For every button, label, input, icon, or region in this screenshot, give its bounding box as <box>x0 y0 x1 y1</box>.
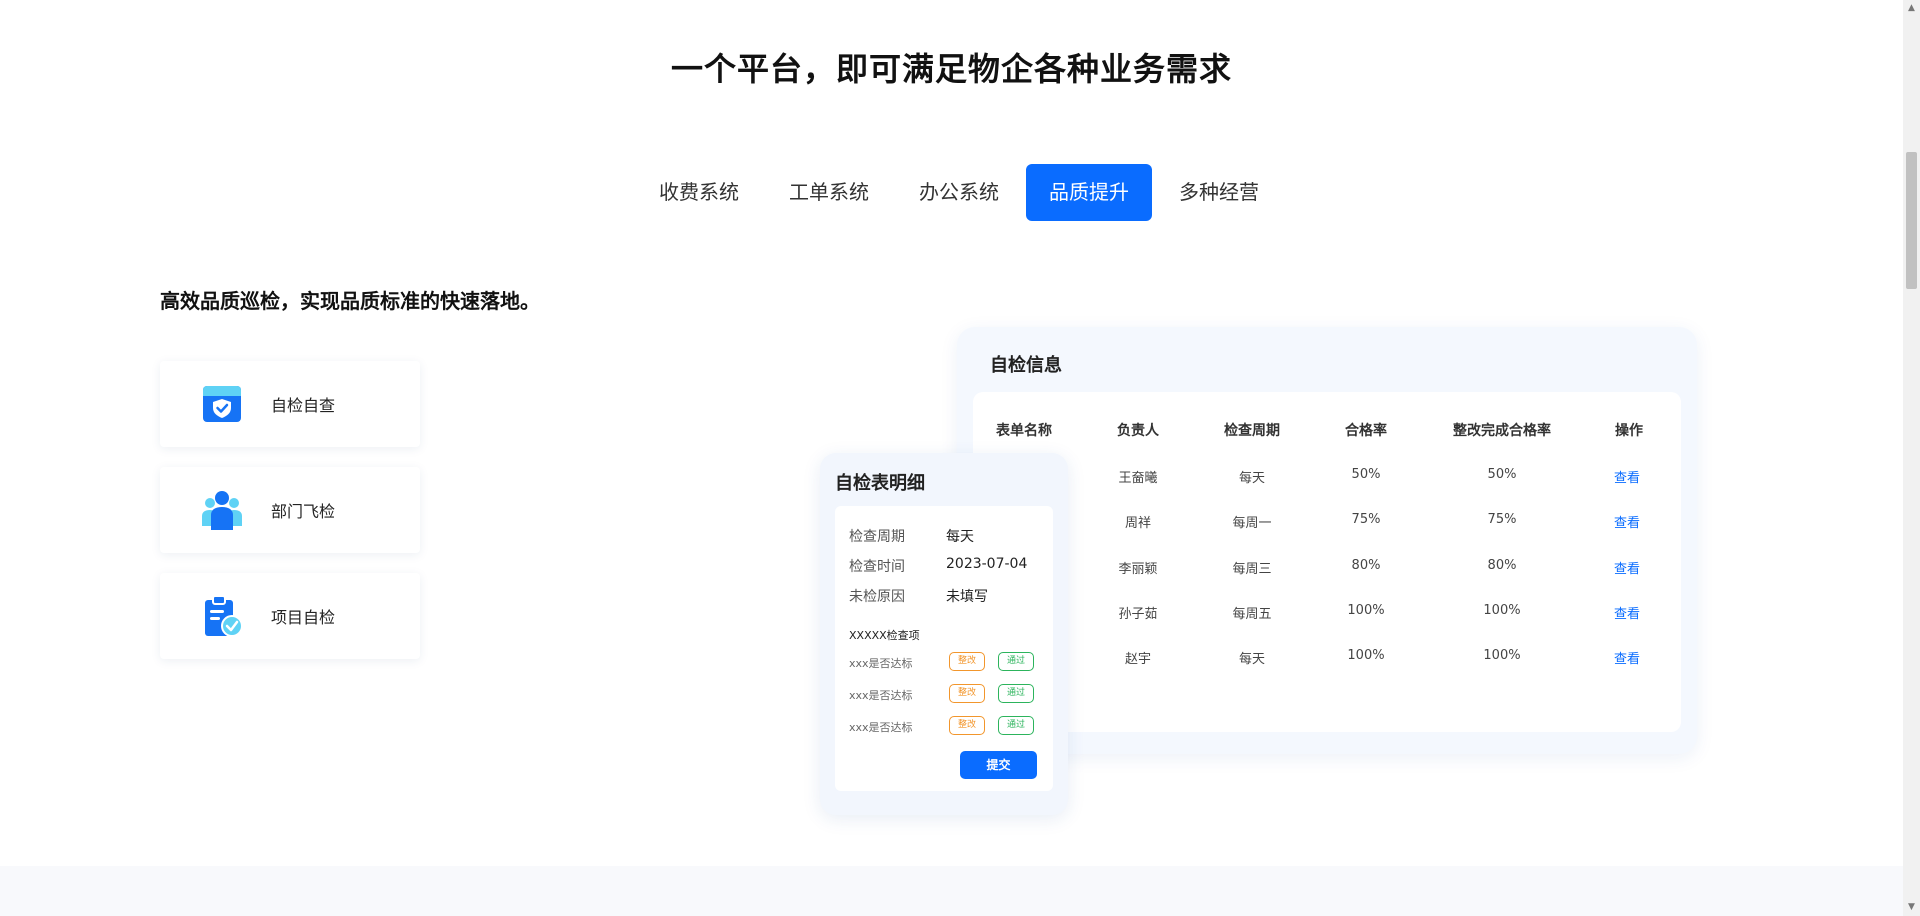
clipboard-check-icon <box>205 595 243 637</box>
feature-label: 项目自检 <box>271 608 336 627</box>
cell-cycle: 每周一 <box>1232 516 1272 531</box>
check-items-label: XXXXX检查项 <box>849 629 920 642</box>
page-scrollbar[interactable] <box>1903 0 1920 916</box>
cell-cycle: 每周三 <box>1232 562 1272 577</box>
feature-self-check[interactable]: 自检自查 <box>160 361 420 447</box>
panel-title: 自检信息 <box>990 355 1062 376</box>
fix-button[interactable]: 整改 <box>949 684 985 703</box>
page-title: 一个平台，即可满足物企各种业务需求 <box>670 50 1232 88</box>
info-table: 表单名称 负责人 检查周期 合格率 整改完成合格率 操作 王奤曦 每天 50% … <box>973 392 1681 732</box>
field-value-cycle: 每天 <box>946 529 974 545</box>
col-header-fix-rate: 整改完成合格率 <box>1453 423 1551 439</box>
cell-owner: 李丽颖 <box>1118 562 1158 577</box>
cell-pass-rate: 100% <box>1347 648 1385 663</box>
cell-cycle: 每天 <box>1238 652 1266 667</box>
col-header-action: 操作 <box>1615 423 1643 439</box>
self-check-info-panel: 自检信息 表单名称 负责人 检查周期 合格率 整改完成合格率 操作 王奤曦 每天… <box>957 327 1697 754</box>
pass-button[interactable]: 通过 <box>998 716 1034 735</box>
cell-fix-rate: 100% <box>1483 603 1521 618</box>
tab-diversified[interactable]: 多种经营 <box>1156 164 1282 221</box>
pass-button[interactable]: 通过 <box>998 652 1034 671</box>
cell-fix-rate: 50% <box>1487 467 1517 482</box>
submit-button[interactable]: 提交 <box>960 751 1037 779</box>
cell-owner: 赵宇 <box>1124 652 1152 667</box>
cell-fix-rate: 80% <box>1487 558 1517 573</box>
cell-pass-rate: 80% <box>1351 558 1381 573</box>
col-header-cycle: 检查周期 <box>1224 423 1280 439</box>
field-value-reason: 未填写 <box>946 589 988 605</box>
cell-owner: 王奤曦 <box>1118 471 1158 486</box>
section-subtitle: 高效品质巡检，实现品质标准的快速落地。 <box>160 289 540 313</box>
detail-body: 检查周期 每天 检查时间 2023-07-04 未检原因 未填写 XXXXX检查… <box>835 506 1053 791</box>
view-link[interactable]: 查看 <box>1614 467 1640 486</box>
cell-cycle: 每天 <box>1238 471 1266 486</box>
next-section-band <box>0 866 1903 916</box>
check-item-label: xxx是否达标 <box>849 689 913 702</box>
cell-owner: 周祥 <box>1124 516 1152 531</box>
tab-quality[interactable]: 品质提升 <box>1026 164 1152 221</box>
cell-pass-rate: 100% <box>1347 603 1385 618</box>
view-link[interactable]: 查看 <box>1614 603 1640 622</box>
cell-pass-rate: 75% <box>1351 512 1381 527</box>
feature-department-inspection[interactable]: 部门飞检 <box>160 467 420 553</box>
tab-work-order[interactable]: 工单系统 <box>766 164 892 221</box>
cell-fix-rate: 75% <box>1487 512 1517 527</box>
cell-pass-rate: 50% <box>1351 467 1381 482</box>
check-item-label: xxx是否达标 <box>849 657 913 670</box>
tab-billing[interactable]: 收费系统 <box>636 164 762 221</box>
cell-fix-rate: 100% <box>1483 648 1521 663</box>
pass-button[interactable]: 通过 <box>998 684 1034 703</box>
fix-button[interactable]: 整改 <box>949 652 985 671</box>
self-check-detail-card: 自检表明细 检查周期 每天 检查时间 2023-07-04 未检原因 未填写 X… <box>820 453 1068 815</box>
check-item-label: xxx是否达标 <box>849 721 913 734</box>
col-header-pass-rate: 合格率 <box>1345 423 1387 439</box>
field-label-reason: 未检原因 <box>849 589 905 605</box>
tab-office[interactable]: 办公系统 <box>896 164 1022 221</box>
calendar-shield-icon <box>203 386 241 422</box>
scrollbar-thumb[interactable] <box>1906 152 1917 289</box>
field-label-time: 检查时间 <box>849 559 905 575</box>
view-link[interactable]: 查看 <box>1614 648 1640 667</box>
feature-project-self-check[interactable]: 项目自检 <box>160 573 420 659</box>
field-label-cycle: 检查周期 <box>849 529 905 545</box>
scroll-down-arrow-icon[interactable]: ▼ <box>1903 899 1920 916</box>
tab-bar: 收费系统 工单系统 办公系统 品质提升 多种经营 <box>636 164 1286 221</box>
fix-button[interactable]: 整改 <box>949 716 985 735</box>
view-link[interactable]: 查看 <box>1614 512 1640 531</box>
detail-title: 自检表明细 <box>835 473 925 494</box>
feature-label: 自检自查 <box>271 396 336 415</box>
cell-cycle: 每周五 <box>1232 607 1272 622</box>
cell-owner: 孙子茹 <box>1118 607 1158 622</box>
feature-label: 部门飞检 <box>271 502 336 521</box>
field-value-time: 2023-07-04 <box>946 556 1028 572</box>
scroll-up-arrow-icon[interactable]: ▲ <box>1903 0 1920 17</box>
view-link[interactable]: 查看 <box>1614 558 1640 577</box>
col-header-form: 表单名称 <box>996 423 1052 439</box>
team-icon <box>202 491 242 530</box>
col-header-owner: 负责人 <box>1117 423 1159 439</box>
